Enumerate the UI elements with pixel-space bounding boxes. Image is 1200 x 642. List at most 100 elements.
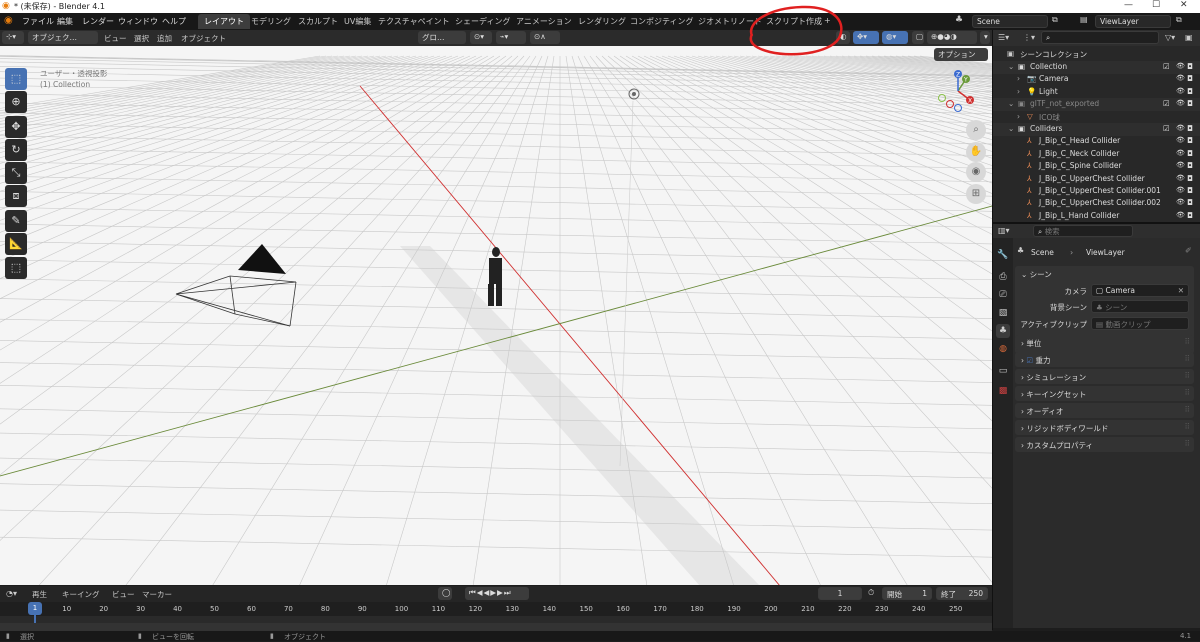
render-camera-icon[interactable]: ◘ bbox=[1187, 62, 1193, 71]
menu-add[interactable]: 追加 bbox=[157, 33, 172, 44]
move-tool-icon[interactable]: ✥ bbox=[5, 116, 27, 138]
scene-selector[interactable]: Scene bbox=[972, 15, 1048, 28]
camera-view-icon[interactable]: ◉ bbox=[966, 162, 986, 182]
visibility-eye-icon[interactable]: 👁 bbox=[1176, 136, 1185, 144]
playback-controls[interactable]: ⏮◀◀▶▶⏭ bbox=[465, 587, 529, 600]
expand-chevron-icon[interactable]: › bbox=[1017, 87, 1020, 96]
tab-geometry-nodes[interactable]: ジオメトリノード bbox=[692, 14, 768, 29]
visibility-eye-icon[interactable]: 👁 bbox=[1176, 174, 1185, 182]
perspective-toggle-icon[interactable]: ⊞ bbox=[966, 184, 986, 204]
visibility-eye-icon[interactable]: 👁 bbox=[1176, 198, 1185, 206]
exclude-checkbox-icon[interactable]: ☑ bbox=[1163, 124, 1170, 133]
properties-editor-icon[interactable]: ▥▾ bbox=[998, 226, 1010, 235]
frame-ruler[interactable]: 10 20 30 40 50 60 70 80 90 100 110 120 130 140 150 160 1… bbox=[0, 602, 992, 616]
cursor-tool-icon[interactable]: ⊕ bbox=[5, 91, 27, 113]
shading-menu-icon[interactable]: ▾ bbox=[980, 31, 990, 44]
menu-playback[interactable]: 再生 bbox=[32, 589, 47, 600]
outliner-row[interactable]: ⅄ J_Bip_C_UpperChest Collider.002 👁 ◘ bbox=[993, 197, 1200, 210]
texture-tab-icon[interactable]: ▩ bbox=[996, 384, 1010, 398]
snap-icon[interactable]: ⌁▾ bbox=[496, 31, 526, 44]
render-camera-icon[interactable]: ◘ bbox=[1187, 198, 1193, 207]
tool-tab-icon[interactable]: 🔧 bbox=[996, 248, 1010, 262]
outliner-row[interactable]: ⅄ J_Bip_C_Head Collider 👁 ◘ bbox=[993, 135, 1200, 148]
outliner-row[interactable]: › ▽ ICO球 bbox=[993, 111, 1200, 124]
world-tab-icon[interactable]: ◍ bbox=[996, 342, 1010, 356]
3d-viewport[interactable]: ▣ ▤ ▥ ▦ ユーザー・透視投影 (1) Collection オプション ⬚… bbox=[0, 46, 992, 585]
visibility-eye-icon[interactable]: 👁 bbox=[1176, 74, 1185, 82]
menu-window[interactable]: ウィンドウ bbox=[118, 16, 158, 27]
options-dropdown[interactable]: オプション bbox=[934, 48, 988, 61]
menu-view[interactable]: ビュー bbox=[104, 33, 127, 44]
record-icon[interactable]: ◯ bbox=[438, 587, 452, 600]
drag-handle-icon[interactable]: ⠿ bbox=[1185, 354, 1191, 363]
render-camera-icon[interactable]: ◘ bbox=[1187, 136, 1193, 145]
select-box-tool-icon[interactable]: ⬚ bbox=[5, 68, 27, 90]
expand-chevron-icon[interactable]: › bbox=[1017, 74, 1020, 83]
menu-object[interactable]: オブジェクト bbox=[181, 33, 226, 44]
add-cube-tool-icon[interactable]: ⬚ bbox=[5, 257, 27, 279]
outliner-row[interactable]: ⌄ ▣ glTF_not_exported 👁 ◘ ☑ bbox=[993, 98, 1200, 111]
render-camera-icon[interactable]: ◘ bbox=[1187, 99, 1193, 108]
outliner-root[interactable]: ▣ シーンコレクション bbox=[993, 48, 1200, 61]
properties-search[interactable]: ⌕ 検索 bbox=[1033, 225, 1133, 237]
pivot-icon[interactable]: ⊙▾ bbox=[470, 31, 492, 44]
overlay-toggle-icon[interactable]: ◍▾ bbox=[882, 31, 908, 44]
maximize-button[interactable]: ☐ bbox=[1152, 0, 1160, 10]
tab-compositing[interactable]: コンポジティング bbox=[624, 14, 700, 29]
start-frame-field[interactable]: 開始 1 bbox=[882, 587, 932, 600]
visibility-eye-icon[interactable]: 👁 bbox=[1176, 87, 1185, 95]
scene-section-header[interactable]: ⌄ シーン bbox=[1021, 269, 1052, 280]
outliner-row[interactable]: › 💡 Light 👁 ◘ bbox=[993, 86, 1200, 99]
transform-tool-icon[interactable]: ⧈ bbox=[5, 185, 27, 207]
close-button[interactable]: ✕ bbox=[1180, 0, 1188, 10]
drag-handle-icon[interactable]: ⠿ bbox=[1185, 388, 1191, 397]
background-scene-field[interactable]: ♣ シーン bbox=[1091, 300, 1189, 313]
view-layer-tab-icon[interactable]: ▧ bbox=[996, 306, 1010, 320]
outliner-row[interactable]: ⅄ J_Bip_C_UpperChest Collider.001 👁 ◘ bbox=[993, 185, 1200, 198]
expand-chevron-icon[interactable]: ⌄ bbox=[1008, 99, 1014, 108]
visibility-eye-icon[interactable]: 👁 bbox=[1176, 161, 1185, 169]
blender-menu-icon[interactable]: ◉ bbox=[4, 15, 13, 26]
mode-selector[interactable]: オブジェク… bbox=[28, 31, 98, 44]
collapsed-panel[interactable]: › 単位 ⠿ bbox=[1015, 335, 1194, 350]
render-camera-icon[interactable]: ◘ bbox=[1187, 161, 1193, 170]
collapsed-panel[interactable]: › カスタムプロパティ ⠿ bbox=[1015, 437, 1194, 452]
current-frame-field[interactable]: 1 bbox=[818, 587, 862, 600]
scene-tab-icon[interactable]: ♣ bbox=[996, 324, 1010, 338]
visibility-eye-icon[interactable]: 👁 bbox=[1176, 149, 1185, 157]
drag-handle-icon[interactable]: ⠿ bbox=[1185, 371, 1191, 380]
gravity-checkbox[interactable]: ☑ bbox=[1026, 356, 1035, 365]
xray-icon[interactable]: ▢ bbox=[912, 31, 924, 44]
new-collection-icon[interactable]: ▣ bbox=[1185, 33, 1193, 42]
viewlayer-icon[interactable]: ▤ bbox=[1080, 15, 1088, 24]
outliner-row[interactable]: ⅄ J_Bip_C_Neck Collider 👁 ◘ bbox=[993, 148, 1200, 161]
outliner-row[interactable]: ⌄ ▣ Collection 👁 ◘ ☑ bbox=[993, 61, 1200, 74]
outliner-editor-icon[interactable]: ☰▾ bbox=[998, 33, 1009, 42]
camera-field[interactable]: ▢ Camera ✕ bbox=[1091, 284, 1189, 297]
tab-animation[interactable]: アニメーション bbox=[510, 14, 578, 29]
menu-edit[interactable]: 編集 bbox=[57, 16, 73, 27]
outliner-row[interactable]: ⅄ J_Bip_C_UpperChest Collider 👁 ◘ bbox=[993, 173, 1200, 186]
new-viewlayer-icon[interactable]: ⧉ bbox=[1176, 15, 1182, 25]
zoom-icon[interactable]: ⌕ bbox=[966, 120, 986, 140]
render-camera-icon[interactable]: ◘ bbox=[1187, 186, 1193, 195]
add-workspace-button[interactable]: + bbox=[818, 14, 837, 29]
transform-orientation[interactable]: グロ… bbox=[418, 31, 466, 44]
menu-select[interactable]: 選択 bbox=[134, 33, 149, 44]
outliner-row[interactable]: ⅄ J_Bip_C_Spine Collider 👁 ◘ bbox=[993, 160, 1200, 173]
output-tab-icon[interactable]: ⎚ bbox=[996, 288, 1010, 302]
collapsed-panel[interactable]: › キーイングセット ⠿ bbox=[1015, 386, 1194, 401]
render-camera-icon[interactable]: ◘ bbox=[1187, 87, 1193, 96]
menu-file[interactable]: ファイル bbox=[22, 16, 54, 27]
rotate-tool-icon[interactable]: ↻ bbox=[5, 139, 27, 161]
drag-handle-icon[interactable]: ⠿ bbox=[1185, 405, 1191, 414]
outliner-display-mode-icon[interactable]: ⋮▾ bbox=[1023, 33, 1035, 42]
collapsed-panel[interactable]: › オーディオ ⠿ bbox=[1015, 403, 1194, 418]
pan-hand-icon[interactable]: ✋ bbox=[966, 142, 986, 162]
shading-modes[interactable]: ⊕●◕◑ bbox=[927, 31, 977, 44]
render-camera-icon[interactable]: ◘ bbox=[1187, 174, 1193, 183]
drag-handle-icon[interactable]: ⠿ bbox=[1185, 439, 1191, 448]
tab-texture-paint[interactable]: テクスチャペイント bbox=[372, 14, 456, 29]
drag-handle-icon[interactable]: ⠿ bbox=[1185, 337, 1191, 346]
outliner-row[interactable]: ⅄ J_Bip_L_Hand Collider 👁 ◘ bbox=[993, 210, 1200, 223]
